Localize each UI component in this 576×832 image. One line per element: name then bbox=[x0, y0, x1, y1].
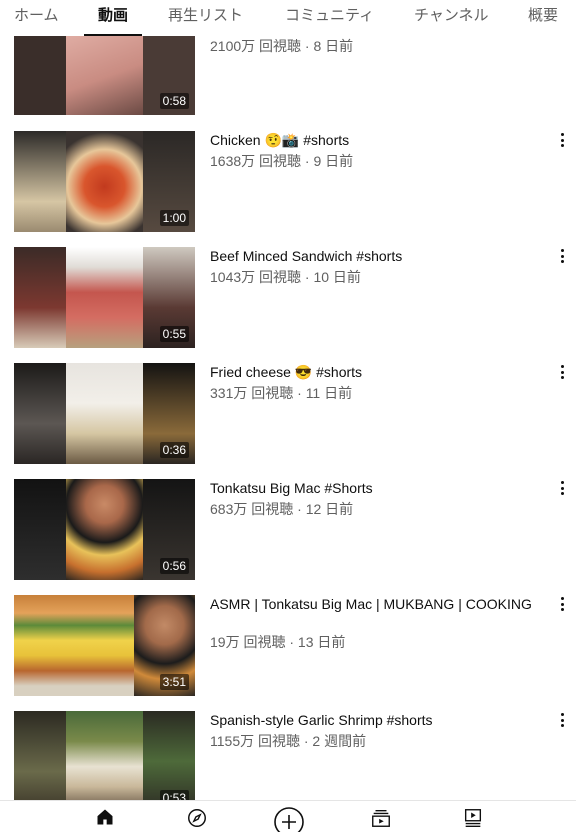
video-title[interactable]: Beef Minced Sandwich #shorts bbox=[210, 248, 540, 265]
more-options-icon[interactable] bbox=[556, 133, 568, 147]
video-title[interactable]: ASMR | Tonkatsu Big Mac | MUKBANG | COOK… bbox=[210, 596, 540, 613]
library-icon[interactable] bbox=[461, 807, 485, 831]
video-item[interactable]: 0:53 Spanish-style Garlic Shrimp #shorts… bbox=[0, 711, 576, 800]
video-thumbnail[interactable]: 1:00 bbox=[14, 131, 195, 232]
video-item[interactable]: 0:56 Tonkatsu Big Mac #Shorts 683万 回視聴 ·… bbox=[0, 479, 576, 581]
video-duration: 0:58 bbox=[159, 93, 189, 109]
video-duration: 0:53 bbox=[159, 790, 189, 800]
video-duration: 1:00 bbox=[159, 210, 189, 226]
tab-about[interactable]: 概要 bbox=[528, 0, 558, 36]
bottom-navigation bbox=[0, 800, 576, 832]
video-meta: 331万 回視聴 · 11 日前 bbox=[210, 385, 353, 401]
video-duration: 0:36 bbox=[159, 442, 189, 458]
video-title[interactable]: Chicken 🤨📸 #shorts bbox=[210, 132, 540, 149]
video-thumbnail[interactable]: 3:51 bbox=[14, 595, 195, 696]
tab-playlists[interactable]: 再生リスト bbox=[168, 0, 243, 36]
video-thumbnail[interactable]: 0:53 bbox=[14, 711, 195, 800]
video-meta: 1155万 回視聴 · 2 週間前 bbox=[210, 733, 367, 749]
video-item[interactable]: 1:00 Chicken 🤨📸 #shorts 1638万 回視聴 · 9 日前 bbox=[0, 131, 576, 233]
home-icon[interactable] bbox=[93, 807, 117, 831]
video-meta: 2100万 回視聴 · 8 日前 bbox=[210, 38, 354, 54]
video-meta: 1638万 回視聴 · 9 日前 bbox=[210, 153, 354, 169]
subscriptions-icon[interactable] bbox=[369, 807, 393, 831]
more-options-icon[interactable] bbox=[556, 481, 568, 495]
video-meta: 683万 回視聴 · 12 日前 bbox=[210, 501, 354, 517]
tab-channels[interactable]: チャンネル bbox=[414, 0, 489, 36]
video-title[interactable]: Tonkatsu Big Mac #Shorts bbox=[210, 480, 540, 497]
video-thumbnail[interactable]: 0:55 bbox=[14, 247, 195, 348]
video-list: 0:58 2100万 回視聴 · 8 日前 1:00 Chicken 🤨📸 #s… bbox=[0, 0, 576, 800]
explore-icon[interactable] bbox=[185, 807, 209, 831]
channel-tabs: ホーム 動画 再生リスト コミュニティ チャンネル 概要 bbox=[0, 0, 576, 36]
video-thumbnail[interactable]: 0:56 bbox=[14, 479, 195, 580]
video-item[interactable]: 0:55 Beef Minced Sandwich #shorts 1043万 … bbox=[0, 247, 576, 349]
video-thumbnail[interactable]: 0:36 bbox=[14, 363, 195, 464]
more-options-icon[interactable] bbox=[556, 713, 568, 727]
video-duration: 0:56 bbox=[159, 558, 189, 574]
create-icon[interactable] bbox=[273, 806, 305, 832]
more-options-icon[interactable] bbox=[556, 597, 568, 611]
video-item[interactable]: 0:36 Fried cheese 😎 #shorts 331万 回視聴 · 1… bbox=[0, 363, 576, 465]
video-duration: 0:55 bbox=[159, 326, 189, 342]
more-options-icon[interactable] bbox=[556, 249, 568, 263]
more-options-icon[interactable] bbox=[556, 365, 568, 379]
video-title[interactable]: Spanish-style Garlic Shrimp #shorts bbox=[210, 712, 540, 729]
video-meta: 19万 回視聴 · 13 日前 bbox=[210, 634, 346, 650]
video-meta: 1043万 回視聴 · 10 日前 bbox=[210, 269, 361, 285]
video-title[interactable]: Fried cheese 😎 #shorts bbox=[210, 364, 540, 381]
video-item[interactable]: 3:51 ASMR | Tonkatsu Big Mac | MUKBANG |… bbox=[0, 595, 576, 697]
tab-videos[interactable]: 動画 bbox=[83, 0, 143, 36]
video-duration: 3:51 bbox=[159, 674, 189, 690]
tab-home[interactable]: ホーム bbox=[14, 0, 59, 36]
tab-community[interactable]: コミュニティ bbox=[285, 0, 374, 36]
